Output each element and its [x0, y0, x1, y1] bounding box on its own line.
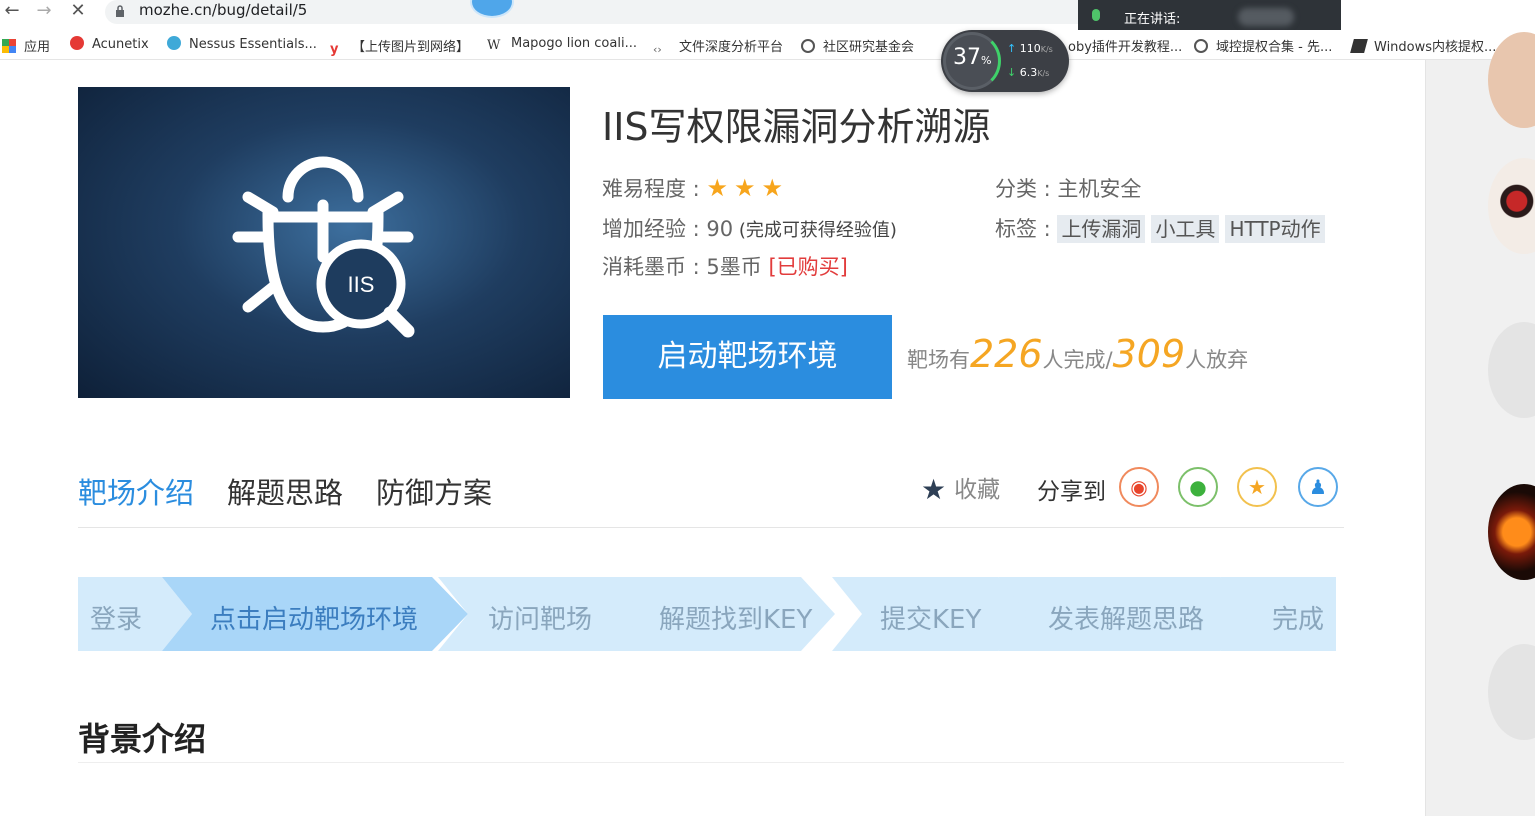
- download-value: 6.3: [1019, 66, 1038, 79]
- url-text: mozhe.cn/bug/detail/5: [139, 1, 308, 19]
- bookmarks-bar: 应用 Acunetix Nessus Essentials... y 【上传图片到…: [0, 30, 1535, 60]
- step-label: 解题找到KEY: [659, 605, 813, 635]
- download-speed: ↓ 6.3K/s: [1007, 66, 1049, 79]
- step-publish-solution: 发表解题思路: [998, 577, 1254, 651]
- cpu-percent-unit: %: [981, 54, 992, 67]
- speaker-name-blurred: [1238, 8, 1294, 26]
- weibo-share-icon[interactable]: ◉: [1119, 467, 1159, 507]
- cpu-percent-value: 37: [953, 45, 981, 70]
- section-divider: [78, 762, 1344, 763]
- step-label: 登录: [90, 605, 143, 635]
- upload-speed: ↑ 110K/s: [1007, 42, 1053, 55]
- bookmark-plugin-tutorial[interactable]: oby插件开发教程...: [1068, 36, 1182, 55]
- difficulty-label: 难易程度 :: [602, 177, 707, 201]
- step-label: 点击启动靶场环境: [210, 605, 419, 635]
- back-icon[interactable]: ←: [0, 0, 24, 24]
- wikipedia-icon: W: [487, 38, 501, 53]
- download-unit: K/s: [1037, 69, 1050, 78]
- apps-grid-icon: [2, 39, 16, 53]
- experience-row: 增加经验 : 90 (完成可获得经验值): [602, 213, 897, 243]
- tag-small-tool[interactable]: 小工具: [1151, 215, 1220, 243]
- stats-prefix: 靶场有: [907, 348, 970, 372]
- nessus-icon: [167, 36, 181, 50]
- tag-http-action[interactable]: HTTP动作: [1225, 215, 1325, 243]
- progress-steps: 登录 点击启动靶场环境 访问靶场 解题找到KEY 提交KEY 发表解题思路 完成: [78, 577, 1336, 651]
- step-label: 提交KEY: [880, 605, 982, 635]
- tag-upload-vuln[interactable]: 上传漏洞: [1057, 215, 1146, 243]
- collect-button[interactable]: ★ 收藏: [921, 470, 1000, 506]
- globe-icon: [1194, 39, 1208, 53]
- voice-indicator: 正在讲话:: [1078, 0, 1341, 34]
- upload-value: 110: [1019, 42, 1041, 55]
- avatar[interactable]: [1488, 158, 1535, 254]
- bookmark-windows-kernel[interactable]: Windows内核提权...: [1350, 36, 1496, 55]
- tab-solution[interactable]: 解题思路: [227, 470, 343, 512]
- completed-count: 226: [970, 332, 1043, 376]
- forward-icon[interactable]: →: [32, 0, 56, 24]
- category-row: 分类 : 主机安全: [995, 177, 1142, 201]
- avatar[interactable]: [1488, 644, 1535, 740]
- cost-label: 消耗墨币 : 5墨币: [602, 255, 769, 279]
- banner-iis-text: IIS: [348, 272, 375, 297]
- acunetix-icon: [70, 36, 84, 50]
- upload-unit: K/s: [1040, 45, 1053, 54]
- difficulty-row: 难易程度 : ★★★: [602, 173, 789, 203]
- section-title-background: 背景介绍: [78, 720, 207, 758]
- bookmark-mapogo[interactable]: W Mapogo lion coali...: [487, 36, 637, 54]
- bookmark-upload-image[interactable]: y 【上传图片到网络】: [330, 36, 469, 57]
- code-icon: ‹›: [653, 43, 662, 56]
- voice-label: 正在讲话:: [1124, 12, 1181, 27]
- upload-arrow-icon: ↑: [1007, 42, 1017, 55]
- bookmark-file-analysis[interactable]: ‹› 文件深度分析平台: [653, 36, 783, 56]
- download-arrow-icon: ↓: [1007, 66, 1017, 79]
- step-label: 访问靶场: [488, 605, 593, 635]
- step-start-environment: 点击启动靶场环境: [162, 577, 468, 651]
- abandoned-suffix: 人放弃: [1185, 348, 1249, 372]
- abandoned-count: 309: [1112, 332, 1186, 376]
- completed-suffix: 人完成/: [1042, 348, 1113, 372]
- start-environment-button[interactable]: 启动靶场环境: [603, 315, 892, 399]
- step-complete: 完成: [1220, 577, 1336, 651]
- challenge-banner-image: IIS: [78, 87, 570, 398]
- bookmark-research-fund[interactable]: 社区研究基金会: [801, 36, 914, 55]
- lock-icon: [116, 5, 124, 17]
- tab-defense[interactable]: 防御方案: [376, 470, 492, 512]
- experience-note: (完成可获得经验值): [733, 220, 897, 241]
- url-field[interactable]: mozhe.cn/bug/detail/5: [105, 0, 1105, 24]
- purchased-status: [已购买]: [768, 255, 848, 279]
- bookmark-nessus[interactable]: Nessus Essentials...: [167, 36, 317, 54]
- bookmark-acunetix[interactable]: Acunetix: [70, 36, 149, 54]
- bug-magnifier-icon: IIS: [232, 156, 415, 338]
- qzone-share-icon[interactable]: ★: [1237, 467, 1277, 507]
- step-label: 完成: [1272, 605, 1325, 635]
- bookmark-apps[interactable]: 应用: [2, 36, 50, 55]
- tags-row: 标签 : 上传漏洞 小工具 HTTP动作: [995, 213, 1331, 243]
- bookmark-domain-escalation[interactable]: 域控提权合集 - 先...: [1194, 36, 1332, 55]
- star-icon: ★: [921, 473, 947, 506]
- cost-row: 消耗墨币 : 5墨币 [已购买]: [602, 251, 848, 281]
- stop-loading-icon[interactable]: ✕: [66, 0, 90, 24]
- wechat-share-icon[interactable]: ●: [1178, 467, 1218, 507]
- challenge-title: IIS写权限漏洞分析溯源: [602, 105, 991, 149]
- collect-label: 收藏: [954, 477, 1001, 503]
- globe-icon: [801, 39, 815, 53]
- right-sidebar: [1425, 32, 1535, 816]
- tags-label: 标签 :: [995, 217, 1058, 241]
- qq-share-icon[interactable]: ♟: [1298, 467, 1338, 507]
- tab-intro[interactable]: 靶场介绍: [78, 470, 194, 512]
- share-label: 分享到: [1037, 479, 1106, 505]
- difficulty-stars: ★★★: [706, 174, 789, 202]
- avatar[interactable]: [1488, 322, 1535, 418]
- step-label: 发表解题思路: [1048, 605, 1205, 635]
- step-find-key: 解题找到KEY: [613, 577, 835, 651]
- network-speed-widget[interactable]: 37% ↑ 110K/s ↓ 6.3K/s: [941, 30, 1069, 92]
- microphone-icon: [1092, 9, 1100, 21]
- cpu-percent: 37%: [953, 45, 991, 70]
- experience-label: 增加经验 : 90: [602, 217, 734, 241]
- avatar[interactable]: [1488, 484, 1535, 580]
- tab-divider: [78, 527, 1344, 528]
- challenge-stats: 靶场有226人完成/309人放弃: [907, 332, 1248, 376]
- bookmark-icon: [1350, 39, 1368, 53]
- y-icon: y: [330, 42, 339, 57]
